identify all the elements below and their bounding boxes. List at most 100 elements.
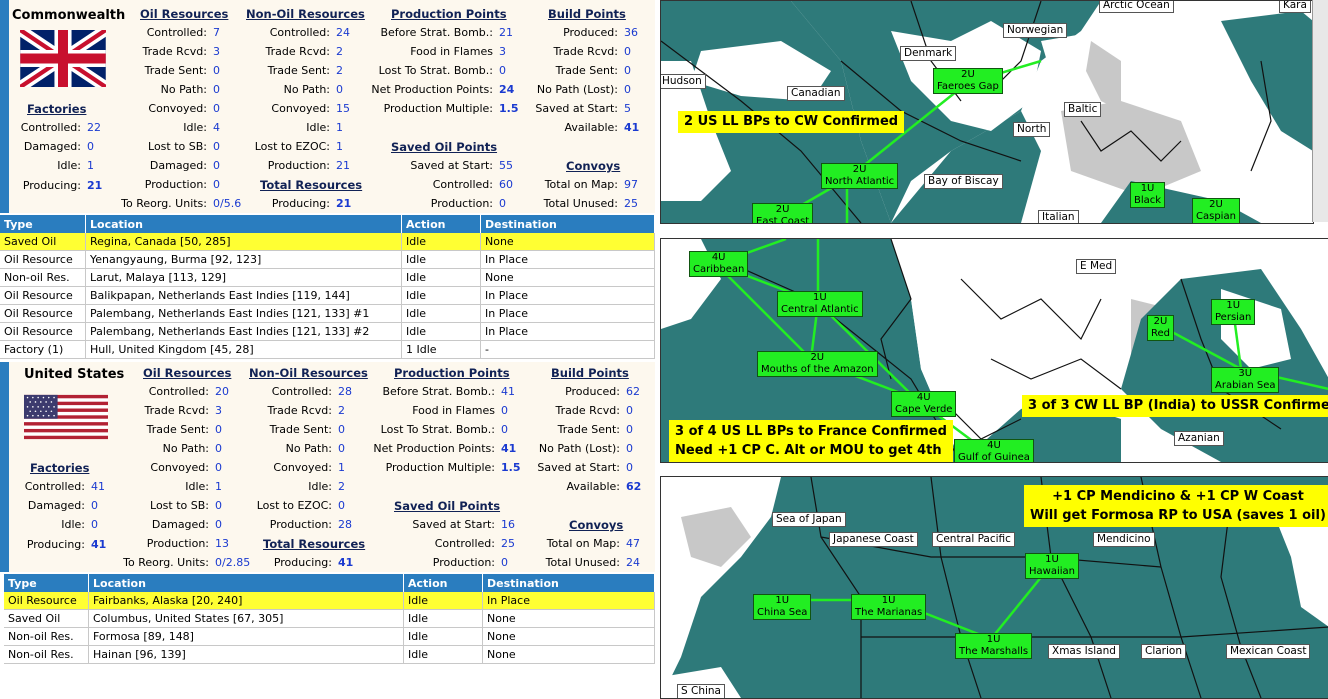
nonoil-row: Lost to EZOC: 1 (254, 140, 343, 153)
nonoil-header: Non-Oil Resources (246, 7, 365, 21)
col-destination[interactable]: Destination (480, 215, 655, 233)
unit-china-sea[interactable]: 1U China Sea (753, 594, 812, 620)
unit-east-coast[interactable]: 2U East Coast (752, 203, 814, 223)
unit-caribbean[interactable]: 4U Caribbean (689, 251, 749, 277)
saved-row: Saved at Start: 16 (412, 518, 515, 531)
unit-caspian[interactable]: 2U Caspian (1192, 198, 1240, 223)
bp-row: Produced: 62 (565, 385, 640, 398)
unit-persian[interactable]: 1U Persian (1211, 299, 1256, 325)
region-mendicino: Mendicino (1093, 532, 1155, 547)
region-azanian: Azanian (1174, 431, 1224, 446)
saved-oil-header: Saved Oil Points (394, 499, 501, 513)
table-row[interactable]: Oil Resource Palembang, Netherlands East … (0, 322, 655, 341)
unit-hawaiian[interactable]: 1U Hawaiian (1025, 553, 1079, 579)
nation-name: United States (24, 367, 125, 382)
bp-header: Build Points (548, 7, 626, 21)
region-bay-of-biscay: Bay of Biscay (924, 174, 1003, 189)
unit-red[interactable]: 2U Red (1147, 315, 1174, 341)
bp-row: Trade Sent: 0 (557, 423, 633, 436)
table-row[interactable]: Oil Resource Palembang, Netherlands East … (0, 304, 655, 323)
region-arctic-ocean: Arctic Ocean (1099, 1, 1174, 13)
region-central-pacific: Central Pacific (932, 532, 1015, 547)
unit-mouths-of-the-amazon[interactable]: 2U Mouths of the Amazon (757, 351, 878, 377)
region-canadian: Canadian (787, 86, 845, 101)
table-row[interactable]: Saved Oil Columbus, United States [67, 30… (4, 609, 655, 628)
convoys-header: Convoys (566, 159, 621, 173)
oil-header: Oil Resources (140, 7, 229, 21)
note-us-ll-cw: 2 US LL BPs to CW Confirmed (678, 111, 905, 133)
bp-header: Build Points (551, 366, 629, 380)
col-location[interactable]: Location (88, 574, 404, 592)
convoys-header: Convoys (569, 518, 624, 532)
saved-oil-header: Saved Oil Points (391, 140, 498, 154)
oil-header: Oil Resources (143, 366, 232, 380)
map-europe-scrollbar[interactable] (1312, 0, 1328, 222)
bp-row: Trade Sent: 0 (555, 64, 631, 77)
region-xmas-island: Xmas Island (1048, 644, 1120, 659)
note-cw-ll-ussr: 3 of 3 CW LL BP (India) to USSR Confirme… (1022, 395, 1328, 417)
saved-row: Saved at Start: 55 (410, 159, 513, 172)
convoy-row: Total on Map: 47 (546, 537, 640, 550)
commonwealth-panel: Commonwealth Factories Controlled: 22 Dam… (0, 0, 655, 213)
us-panel: United States Factories Controlled: 41 Da… (0, 362, 655, 572)
bp-row: Trade Rcvd: 0 (555, 404, 633, 417)
region-north: North (1013, 122, 1051, 137)
region-hudson: Hudson (661, 74, 706, 89)
bp-row: Saved at Start: 0 (537, 461, 633, 474)
bp-row: No Path (Lost): 0 (536, 83, 631, 96)
map-atlantic[interactable]: E Med Azanian 4U Caribbean 1U Central Atla… (660, 238, 1328, 463)
table-row[interactable]: Non-oil Res. Larut, Malaya [113, 129] Idle… (0, 268, 655, 287)
col-type[interactable]: Type (0, 215, 86, 233)
table-row[interactable]: Oil Resource Yenangyaung, Burma [92, 123]… (0, 250, 655, 269)
us-sidebar (0, 362, 9, 572)
unit-north-atlantic[interactable]: 2U North Atlantic (821, 163, 899, 189)
unit-cape-verde[interactable]: 4U Cape Verde (891, 391, 957, 417)
region-kara: Kara (1279, 1, 1311, 13)
unit-the-marianas[interactable]: 1U The Marianas (851, 594, 927, 620)
col-action[interactable]: Action (401, 215, 481, 233)
col-destination[interactable]: Destination (482, 574, 655, 592)
table-row[interactable]: Non-oil Res. Formosa [89, 148] Idle None (4, 627, 655, 646)
pp-header: Production Points (394, 366, 510, 380)
region-japanese-coast: Japanese Coast (829, 532, 918, 547)
unit-the-marshalls[interactable]: 1U The Marshalls (955, 633, 1033, 659)
unit-black[interactable]: 1U Black (1130, 182, 1166, 208)
unit-gulf-of-guinea[interactable]: 4U Gulf of Guinea (954, 439, 1034, 462)
table-row[interactable]: Factory (1) Hull, United Kingdom [45, 28]… (0, 340, 655, 359)
map-europe[interactable]: Arctic Ocean Kara Norwegian Denmark Huds… (660, 0, 1314, 224)
table-row[interactable]: Non-oil Res. Hainan [96, 139] Idle None (4, 645, 655, 664)
table-row[interactable]: Oil Resource Balikpapan, Netherlands East… (0, 286, 655, 305)
convoy-row: Total on Map: 97 (544, 178, 638, 191)
commonwealth-action-table: Type Location Action Destination Saved O… (0, 215, 655, 359)
nation-name: Commonwealth (12, 8, 126, 23)
nonoil-row: Lost to EZOC: 0 (256, 499, 345, 512)
pp-header: Production Points (391, 7, 507, 21)
bp-row: No Path (Lost): 0 (538, 442, 633, 455)
table-row[interactable]: Saved Oil Regina, Canada [50, 285] Idle Non… (0, 233, 655, 251)
region-norwegian: Norwegian (1003, 23, 1068, 38)
bp-row: Saved at Start: 5 (535, 102, 631, 115)
unit-arabian-sea[interactable]: 3U Arabian Sea (1211, 367, 1280, 393)
bp-row: Available: 41 (564, 121, 640, 134)
region-mexican-coast: Mexican Coast (1226, 644, 1311, 659)
region-e-med: E Med (1076, 259, 1117, 274)
col-type[interactable]: Type (4, 574, 89, 592)
bp-row: Available: 62 (566, 480, 642, 493)
unit-faeroes-gap[interactable]: 2U Faeroes Gap (933, 68, 1003, 94)
convoy-row: Total Unused: 25 (543, 197, 638, 210)
region-sea-of-japan: Sea of Japan (772, 512, 846, 527)
bp-row: Trade Rcvd: 0 (553, 45, 631, 58)
region-denmark: Denmark (900, 46, 957, 61)
us-action-table: Type Location Action Destination Oil Res… (4, 574, 655, 664)
region-clarion: Clarion (1141, 644, 1186, 659)
map-pacific[interactable]: Sea of Japan Japanese Coast Central Paci… (660, 476, 1328, 699)
col-location[interactable]: Location (85, 215, 402, 233)
note-formosa-rp: +1 CP Mendicino & +1 CP W Coast Will get … (1024, 485, 1328, 527)
convoy-row: Total Unused: 24 (545, 556, 640, 569)
col-action[interactable]: Action (403, 574, 483, 592)
commonwealth-sidebar (0, 0, 9, 213)
table-row[interactable]: Oil Resource Fairbanks, Alaska [20, 240] I… (4, 592, 655, 610)
region-italian: Italian (1038, 210, 1079, 223)
unit-central-atlantic[interactable]: 1U Central Atlantic (777, 291, 863, 317)
region-baltic: Baltic (1064, 102, 1102, 117)
